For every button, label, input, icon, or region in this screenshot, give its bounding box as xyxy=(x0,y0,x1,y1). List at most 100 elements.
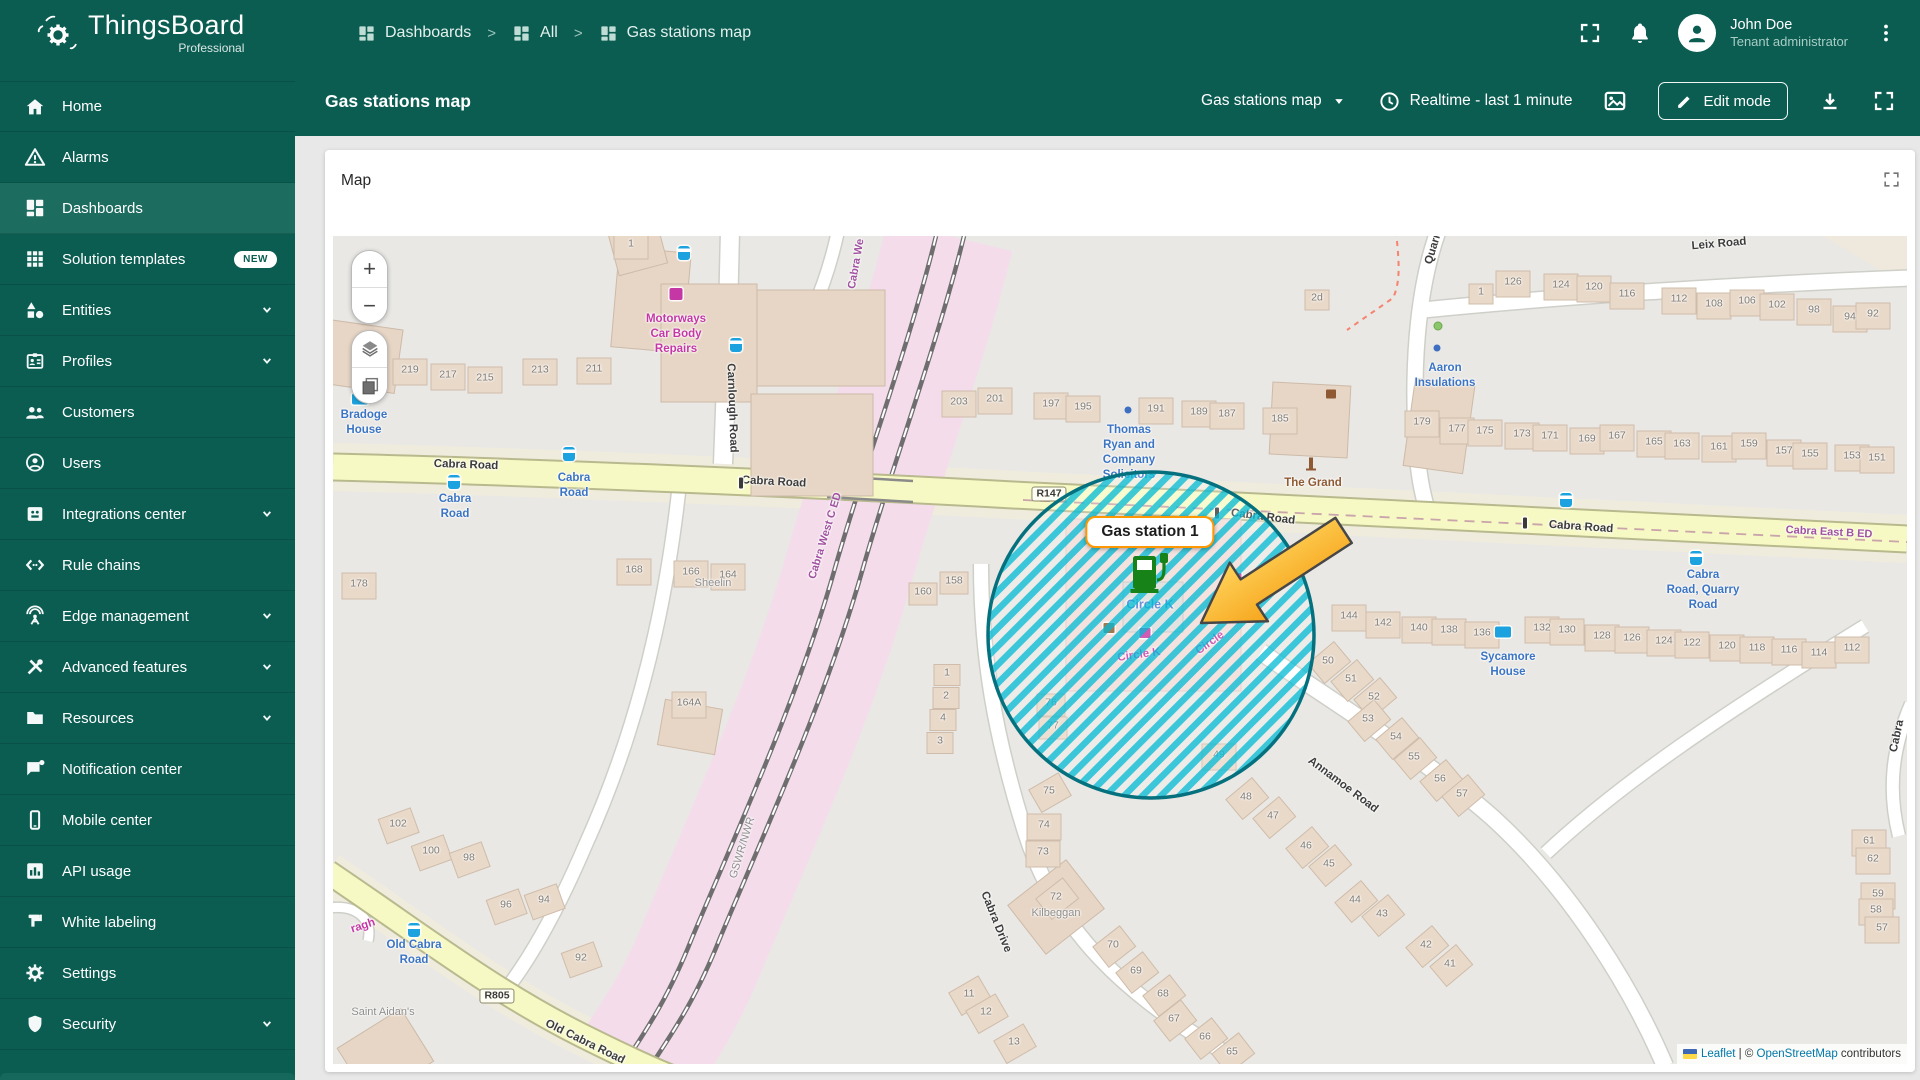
notifications-bell-icon[interactable] xyxy=(1628,21,1652,45)
sidebar-item-edge-management[interactable]: Edge management xyxy=(0,591,295,642)
attribution-suffix: contributors xyxy=(1837,1048,1901,1060)
chevron-down-icon xyxy=(257,351,277,371)
building xyxy=(341,572,377,600)
image-gallery-icon[interactable] xyxy=(1602,88,1628,114)
edge-icon xyxy=(24,605,46,627)
building xyxy=(1771,638,1807,666)
download-icon[interactable] xyxy=(1818,89,1842,113)
building xyxy=(1331,604,1367,632)
person-icon xyxy=(1689,25,1706,43)
map-widget: Map Cabra Road Cabra Road Cabra Road Cab… xyxy=(325,150,1915,1072)
building xyxy=(1855,302,1891,330)
dashboard-state-value: Gas stations map xyxy=(1201,92,1322,109)
openstreetmap-link[interactable]: OpenStreetMap xyxy=(1757,1048,1838,1060)
breadcrumb-label: All xyxy=(540,24,558,41)
widget-expand-icon[interactable] xyxy=(1882,170,1901,189)
building xyxy=(1025,840,1061,868)
building xyxy=(1038,716,1068,740)
breadcrumb-item[interactable]: Gas stations map xyxy=(599,24,751,43)
sidebar-item-rule-chains[interactable]: Rule chains xyxy=(0,540,295,591)
user-info[interactable]: John Doe Tenant administrator xyxy=(1730,16,1848,50)
building xyxy=(941,390,977,418)
building xyxy=(1614,626,1650,654)
widget-title: Map xyxy=(341,172,372,189)
sidebar-item-resources[interactable]: Resources xyxy=(0,693,295,744)
building xyxy=(932,687,960,709)
sidebar-item-security[interactable]: Security xyxy=(0,999,295,1050)
sidebar-item-users[interactable]: Users xyxy=(0,438,295,489)
building xyxy=(1464,621,1500,649)
security-icon xyxy=(24,1013,46,1035)
building xyxy=(1467,419,1503,447)
toolbar-fullscreen-icon[interactable] xyxy=(1872,89,1896,113)
sidebar-item-profiles[interactable]: Profiles xyxy=(0,336,295,387)
building xyxy=(1609,282,1645,310)
sidebar-item-solution-templates[interactable]: Solution templates NEW xyxy=(0,234,295,285)
building xyxy=(1543,273,1579,301)
layers-button[interactable] xyxy=(352,331,387,367)
thingsboard-logo[interactable]: ThingsBoard Professional xyxy=(0,9,295,55)
edit-mode-button[interactable]: Edit mode xyxy=(1658,82,1788,120)
building xyxy=(576,357,612,385)
building xyxy=(1599,424,1635,452)
users-icon xyxy=(24,452,46,474)
building xyxy=(1401,616,1437,644)
sidebar-item-customers[interactable]: Customers xyxy=(0,387,295,438)
dashboard-state-select[interactable]: Gas stations map xyxy=(1201,92,1348,110)
map-base-layer xyxy=(333,236,1907,1064)
sidebar-item-label: Profiles xyxy=(62,352,113,370)
user-name: John Doe xyxy=(1730,16,1793,33)
building xyxy=(1584,624,1620,652)
building xyxy=(1731,432,1767,460)
breadcrumb-item[interactable]: All xyxy=(512,24,558,43)
logo-title: ThingsBoard xyxy=(88,9,245,40)
chevron-down-icon xyxy=(257,1014,277,1034)
breadcrumb-item[interactable]: Dashboards xyxy=(357,24,471,43)
leaflet-link[interactable]: Leaflet xyxy=(1701,1048,1736,1060)
map-tooltip-label: Gas station 1 xyxy=(1101,523,1199,540)
header-actions: John Doe Tenant administrator xyxy=(1578,14,1920,52)
edit-mode-label: Edit mode xyxy=(1703,92,1771,110)
zoom-in-button[interactable]: + xyxy=(352,251,387,287)
api-icon xyxy=(24,860,46,882)
sidebar-item-label: White labeling xyxy=(62,913,157,931)
avatar[interactable] xyxy=(1678,14,1717,52)
map-type-icon xyxy=(362,377,378,394)
building xyxy=(1549,618,1585,646)
breadcrumb-separator: > xyxy=(573,24,583,42)
sidebar-item-mobile-center[interactable]: Mobile center xyxy=(0,795,295,846)
building xyxy=(1026,813,1062,841)
top-header: ThingsBoard Professional Dashboards > All >… xyxy=(0,0,1920,66)
mobile-icon xyxy=(24,809,46,831)
sidebar-item-label: Notification center xyxy=(62,760,183,778)
sidebar-item-settings[interactable]: Settings xyxy=(0,948,295,999)
sidebar-item-notification-center[interactable]: Notification center xyxy=(0,744,295,795)
zoom-out-button[interactable]: − xyxy=(352,287,387,323)
timewindow-button[interactable]: Realtime - last 1 minute xyxy=(1378,90,1572,113)
building xyxy=(1859,446,1895,474)
building xyxy=(522,358,558,386)
sidebar-item-api-usage[interactable]: API usage xyxy=(0,846,295,897)
sidebar-item-integrations-center[interactable]: Integrations center xyxy=(0,489,295,540)
sidebar-item-label: Home xyxy=(62,98,103,115)
building xyxy=(671,691,707,719)
sidebar-item-home[interactable]: Home xyxy=(0,81,295,132)
gas-station-marker-icon[interactable] xyxy=(1129,549,1171,595)
building xyxy=(1759,293,1795,321)
kebab-menu-icon[interactable] xyxy=(1874,21,1898,45)
sidebar-item-white-labeling[interactable]: White labeling xyxy=(0,897,295,948)
sidebar-item-dashboards[interactable]: Dashboards xyxy=(0,183,295,234)
leaflet-map[interactable]: Cabra Road Cabra Road Cabra Road Cabra Road… xyxy=(333,236,1907,1064)
sidebar-item-label: Solution templates xyxy=(62,250,186,268)
fullscreen-icon[interactable] xyxy=(1578,21,1602,45)
ukraine-flag-icon xyxy=(1682,1049,1697,1059)
sidebar-item-entities[interactable]: Entities xyxy=(0,285,295,336)
sidebar-item-alarms[interactable]: Alarms xyxy=(0,132,295,183)
sidebar-item-advanced-features[interactable]: Advanced features xyxy=(0,642,295,693)
page-title: Gas stations map xyxy=(325,90,471,111)
sidebar-item-label: Alarms xyxy=(62,148,109,166)
building xyxy=(1468,283,1494,305)
building xyxy=(1532,424,1568,452)
map-type-button[interactable] xyxy=(352,367,387,403)
building xyxy=(1404,410,1440,438)
